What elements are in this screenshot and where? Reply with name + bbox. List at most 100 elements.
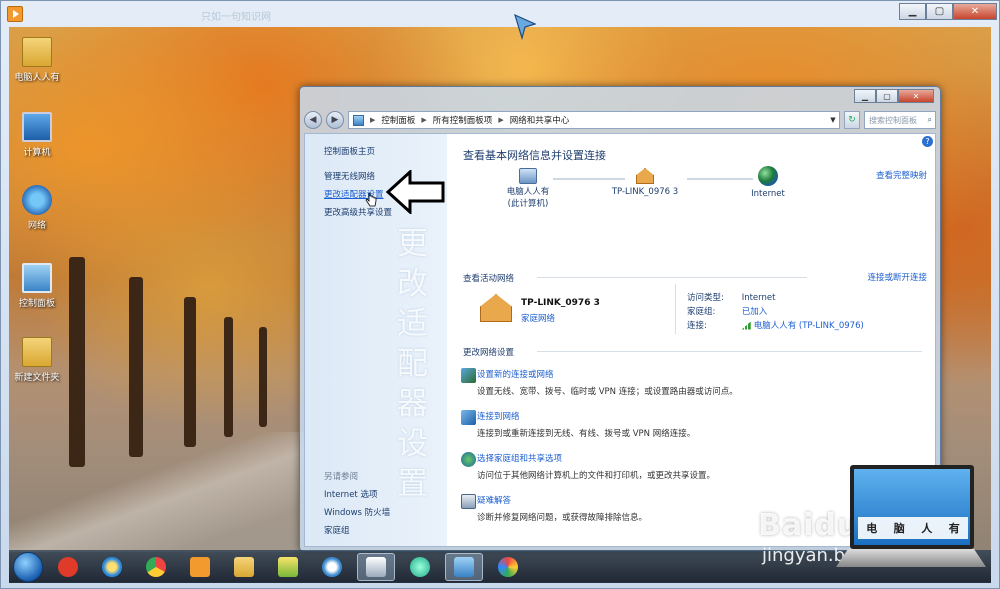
desktop-icon-label: 计算机 [23, 148, 51, 158]
laptop-label-char: 脑 [893, 522, 905, 535]
taskbar-control-panel[interactable] [445, 552, 483, 581]
taskbar-app-8[interactable] [357, 552, 395, 581]
node-label: Internet [751, 189, 785, 199]
task-description: 设置无线、宽带、拨号、临时或 VPN 连接；或设置路由器或访问点。 [477, 387, 738, 397]
taskbar-app-7[interactable] [313, 553, 351, 581]
ie-icon [102, 556, 122, 577]
chrome-icon [146, 556, 166, 577]
chevron-right-icon: ▶ [370, 116, 376, 124]
connection-link[interactable]: 电脑人人有 (TP-LINK_0976) [754, 321, 864, 331]
taskbar-media[interactable] [181, 553, 219, 581]
task-connect-network[interactable]: 连接到网络 连接到或重新连接到无线、有线、拨号或 VPN 网络连接。 [461, 410, 696, 439]
view-full-map-link[interactable]: 查看完整映射 [876, 169, 927, 181]
caption-watermark: 更改适配器设置 [397, 226, 428, 502]
windows-firewall-link[interactable]: Windows 防火墙 [324, 506, 390, 518]
connect-disconnect-link[interactable]: 连接或断开连接 [867, 271, 927, 283]
control-panel-home-link[interactable]: 控制面板主页 [324, 145, 375, 157]
active-networks-heading: 查看活动网络 [463, 274, 515, 284]
folder-icon [22, 337, 52, 367]
taskbar-explorer[interactable] [225, 553, 263, 581]
task-description: 连接到或重新连接到无线、有线、拨号或 VPN 网络连接。 [477, 429, 696, 439]
media-player-icon [190, 556, 210, 577]
close-button[interactable]: ✕ [953, 3, 997, 20]
window-maximize-button[interactable]: ▢ [876, 89, 898, 103]
address-row: ◀ ▶ ▶ 控制面板 ▶ 所有控制面板项 ▶ 网络和共享中心 ▼ ↻ 搜索控制面… [304, 109, 936, 131]
taskbar-app-9[interactable] [401, 553, 439, 581]
internet-options-link[interactable]: Internet 选项 [324, 488, 377, 500]
maximize-button[interactable]: ▢ [926, 3, 953, 20]
network-type-link[interactable]: 家庭网络 [521, 312, 555, 324]
troubleshoot-icon [461, 494, 476, 509]
window-controls: ▁ ▢ ✕ [854, 89, 934, 103]
desktop-icon-folder-user[interactable]: 电脑人人有 [9, 37, 65, 83]
player-app-icon[interactable] [7, 6, 23, 22]
back-button[interactable]: ◀ [304, 111, 322, 129]
forward-button[interactable]: ▶ [326, 111, 344, 129]
desktop-icon-control-panel[interactable]: 控制面板 [9, 263, 65, 309]
desktop-icon-label: 新建文件夹 [14, 373, 60, 383]
task-troubleshoot[interactable]: 疑难解答 诊断并修复网络问题，或获得故障排除信息。 [461, 494, 647, 523]
network-node-router: TP-LINK_0976 3 [607, 168, 683, 198]
divider [675, 284, 676, 334]
search-icon: ⌕ [927, 115, 932, 124]
node-sublabel: (此计算机) [507, 199, 549, 209]
laptop-badge: 电 脑 人 有 [836, 465, 986, 577]
chevron-right-icon: ▶ [421, 116, 427, 124]
hand-cursor-icon [365, 192, 377, 207]
taskbar-chrome[interactable] [137, 553, 175, 581]
desktop-icon-network[interactable]: 网络 [9, 185, 65, 231]
tree-trunk [259, 327, 267, 427]
app-icon [278, 556, 298, 577]
desktop-icon-new-folder[interactable]: 新建文件夹 [9, 337, 65, 383]
task-title-link[interactable]: 疑难解答 [477, 494, 647, 506]
homegroup-joined-link[interactable]: 已加入 [742, 307, 768, 317]
change-advanced-sharing-link[interactable]: 更改高级共享设置 [324, 206, 392, 218]
homegroup-link[interactable]: 家庭组 [324, 524, 350, 536]
task-description: 访问位于其他网络计算机上的文件和打印机，或更改共享设置。 [477, 471, 716, 481]
minimize-button[interactable]: ▁ [899, 3, 926, 20]
help-icon[interactable]: ? [922, 136, 933, 147]
player-title: 只如一句知识网 [201, 12, 271, 23]
laptop-label: 电 脑 人 有 [858, 517, 968, 539]
taskbar-app-1[interactable] [49, 553, 87, 581]
window-minimize-button[interactable]: ▁ [854, 89, 876, 103]
taskbar-ie[interactable] [93, 553, 131, 581]
start-button[interactable] [13, 551, 43, 582]
home-network-icon [480, 294, 512, 322]
tree-trunk [184, 297, 196, 447]
folder-icon [22, 37, 52, 67]
desktop-icon-computer[interactable]: 计算机 [9, 112, 65, 158]
task-setup-connection[interactable]: 设置新的连接或网络 设置无线、宽带、拨号、临时或 VPN 连接；或设置路由器或访… [461, 368, 738, 397]
chevron-down-icon[interactable]: ▼ [827, 116, 839, 124]
node-label: 电脑人人有 [506, 187, 550, 197]
computer-icon [519, 168, 537, 184]
desktop-icon-label: 电脑人人有 [14, 73, 60, 83]
task-title-link[interactable]: 连接到网络 [477, 410, 695, 422]
player-controls: ▁ ▢ ✕ [899, 3, 997, 20]
folder-icon [234, 556, 254, 577]
breadcrumb-item[interactable]: 控制面板 [381, 114, 415, 126]
search-input[interactable]: 搜索控制面板 ⌕ [864, 111, 936, 129]
refresh-button[interactable]: ↻ [844, 111, 860, 129]
breadcrumb-item[interactable]: 所有控制面板项 [433, 114, 493, 126]
task-homegroup-sharing[interactable]: 选择家庭组和共享选项 访问位于其他网络计算机上的文件和打印机，或更改共享设置。 [461, 452, 716, 481]
active-network-name: TP-LINK_0976 3 [521, 298, 600, 308]
window-close-button[interactable]: ✕ [898, 89, 934, 103]
app-icon [58, 556, 78, 577]
document-icon [366, 556, 386, 577]
laptop-label-char: 有 [948, 522, 960, 535]
breadcrumb-item[interactable]: 网络和共享中心 [510, 114, 570, 126]
desktop-icon-label: 网络 [27, 221, 46, 231]
prop-value: Internet [741, 293, 776, 303]
search-placeholder: 搜索控制面板 [869, 115, 917, 125]
computer-icon [22, 112, 52, 142]
taskbar-app-6[interactable] [269, 553, 307, 581]
connect-network-icon [461, 410, 476, 425]
manage-wireless-link[interactable]: 管理无线网络 [324, 170, 375, 182]
divider [537, 277, 807, 278]
taskbar-paint[interactable] [489, 553, 527, 581]
address-bar[interactable]: ▶ 控制面板 ▶ 所有控制面板项 ▶ 网络和共享中心 ▼ [348, 111, 840, 129]
task-title-link[interactable]: 选择家庭组和共享选项 [477, 452, 715, 464]
task-title-link[interactable]: 设置新的连接或网络 [477, 368, 738, 380]
new-connection-icon [461, 368, 476, 383]
